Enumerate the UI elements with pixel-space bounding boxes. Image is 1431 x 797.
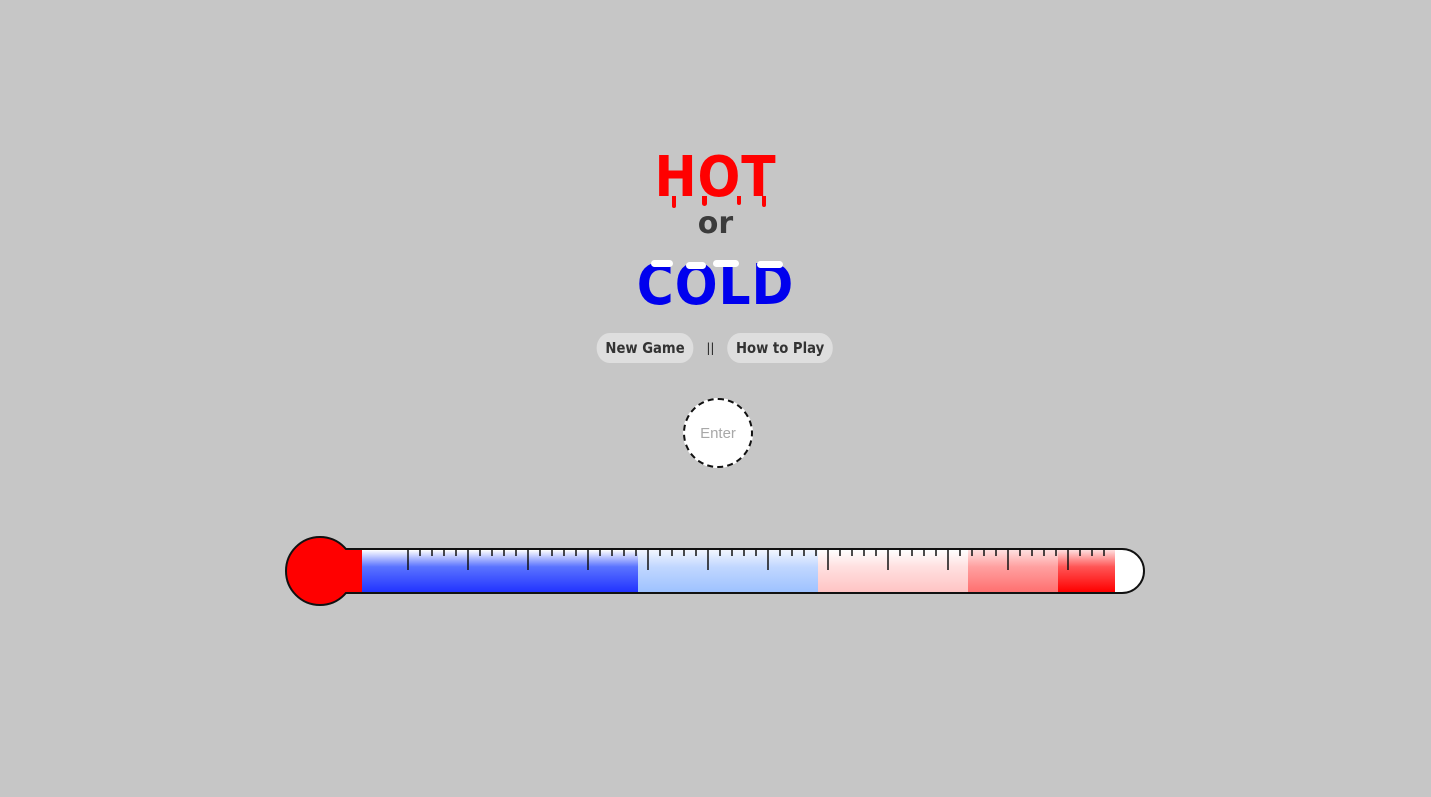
hot-drip — [737, 196, 741, 205]
new-game-button[interactable]: New Game — [596, 333, 694, 363]
title-or: or — [697, 206, 734, 241]
thermometer-segment-freezing — [362, 550, 638, 592]
title-hot: HOT — [654, 145, 777, 210]
thermometer-segment-cold — [638, 550, 818, 592]
menu-separator: || — [706, 341, 715, 355]
hot-drip — [702, 196, 707, 206]
cold-snowcap — [686, 262, 706, 269]
cold-snowcap — [757, 261, 783, 268]
guess-input[interactable] — [683, 398, 753, 468]
cold-snowcap — [651, 260, 673, 267]
thermometer-tube — [340, 548, 1145, 594]
thermometer-segment-warm — [818, 550, 968, 592]
game-stage: HOT or COLD New Game || How to Play — [0, 0, 1431, 797]
thermometer-segment-burning — [1058, 550, 1115, 592]
thermometer-bulb-neck — [330, 550, 362, 592]
thermometer-segment-hot — [968, 550, 1058, 592]
cold-snowcap — [713, 260, 739, 267]
game-menu: New Game || How to Play — [0, 333, 1431, 363]
how-to-play-button[interactable]: How to Play — [727, 333, 834, 363]
